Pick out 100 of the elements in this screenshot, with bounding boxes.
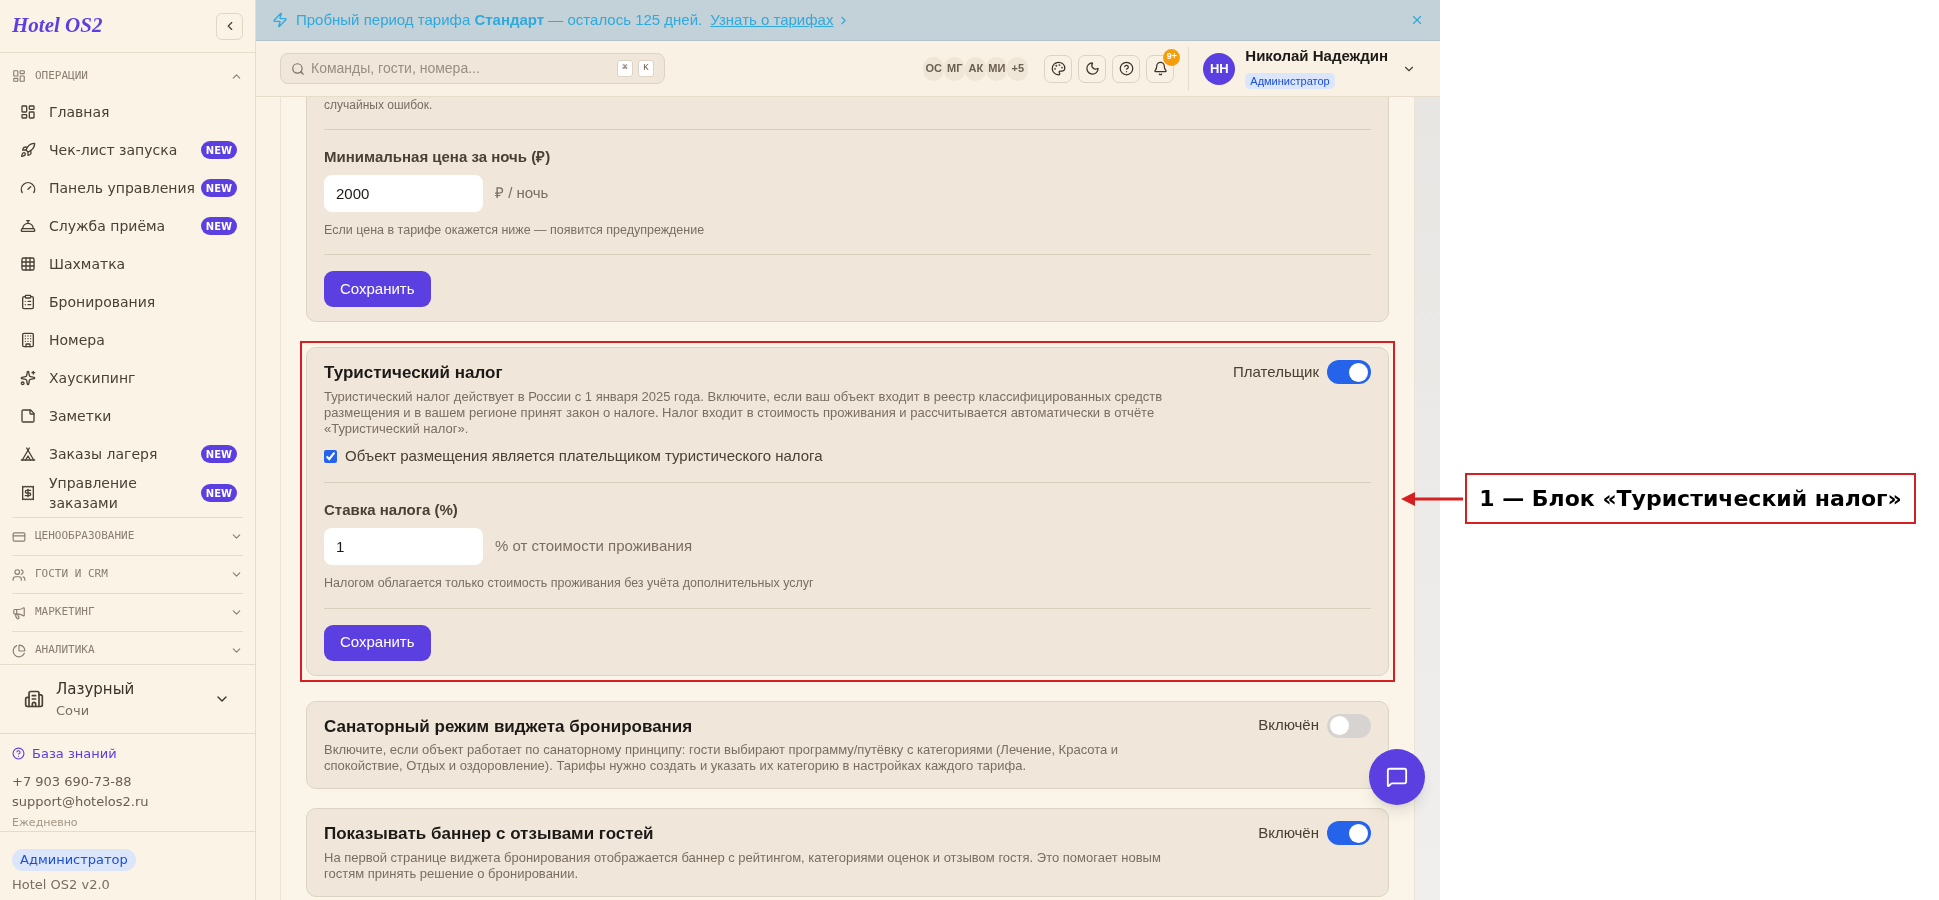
search-icon	[291, 61, 305, 76]
toggle-label: Плательщик	[1233, 362, 1319, 382]
user-avatar[interactable]: ОС	[923, 56, 945, 81]
user-name: Николай Надеждин	[1245, 46, 1388, 67]
property-selector[interactable]: Лазурный Сочи	[0, 664, 255, 733]
description-text: Туристический налог действует в России с 1 января 2025 года. Включите, если ваш объект входит в реестр классифицированных средств размещения и в вашем регионе принят закон о налоге. Налог входит в стоимость проживания и рассчитывается автоматически в отчёте «Туристический налог».	[324, 388, 1164, 437]
unit-text: % от стоимости проживания	[495, 536, 693, 556]
sidebar-item[interactable]: Заметки	[12, 397, 243, 435]
support-phone: +7 903 690-73-88	[12, 772, 133, 791]
arrow-icon	[1401, 490, 1463, 507]
rocket-icon	[20, 142, 36, 158]
card-title: Туристический налог	[324, 362, 504, 385]
lightning-icon	[272, 12, 288, 28]
property-city: Сочи	[56, 701, 91, 720]
building-icon	[24, 689, 44, 709]
card-title: Показывать баннер с отзывами гостей	[324, 823, 655, 845]
knowledge-base-link[interactable]: База знаний	[12, 744, 243, 764]
pie-chart-icon	[12, 643, 26, 658]
sidebar-item[interactable]: Панель управления NEW	[12, 169, 243, 207]
card-title: Санаторный режим виджета бронирования	[324, 715, 694, 738]
dark-mode-button[interactable]	[1078, 54, 1107, 83]
sidebar-item[interactable]: Служба приёма NEW	[12, 207, 243, 245]
users-icon	[12, 567, 26, 582]
section-header[interactable]: ЦЕНООБРАЗОВАНИЕ	[12, 518, 243, 555]
user-avatar[interactable]: +5	[1007, 56, 1029, 81]
save-button[interactable]: Сохранить	[324, 624, 431, 661]
section-header[interactable]: ГОСТИ И CRM	[12, 556, 243, 593]
building-icon	[20, 332, 36, 348]
sidebar-item[interactable]: Управление заказами NEW	[12, 473, 243, 513]
property-name: Лазурный	[56, 679, 136, 700]
sidebar-item[interactable]: Чек-лист запуска NEW	[12, 131, 243, 169]
sidebar-item[interactable]: Бронирования	[12, 283, 243, 321]
sidebar-item[interactable]: Главная	[12, 93, 243, 131]
user-avatar[interactable]: АК	[965, 56, 987, 81]
tent-icon	[20, 446, 36, 462]
sidebar-item[interactable]: Номера	[12, 321, 243, 359]
help-icon	[1118, 61, 1134, 76]
palette-button[interactable]	[1044, 54, 1073, 83]
shortcut-key: ⌘	[617, 60, 633, 77]
new-badge: NEW	[200, 484, 237, 502]
role-badge: Администратор	[1245, 72, 1335, 90]
field-label: Минимальная цена за ночь (₽)	[324, 147, 552, 167]
search-input[interactable]: Команды, гости, номера...	[311, 58, 612, 79]
toggle-switch[interactable]	[1327, 713, 1371, 738]
dashboard-icon	[12, 69, 26, 83]
toggle-switch[interactable]	[1327, 360, 1371, 385]
sidebar-item[interactable]: Хаускипинг	[12, 359, 243, 397]
toggle-label: Включён	[1258, 822, 1319, 843]
help-icon	[12, 747, 25, 761]
search-field[interactable]: Команды, гости, номера... ⌘ K	[280, 53, 665, 84]
section-header[interactable]: МАРКЕТИНГ	[12, 594, 243, 631]
hint-text: Налогом облагается только стоимость проживания без учёта дополнительных услуг	[324, 574, 815, 592]
new-badge: NEW	[200, 217, 237, 235]
checkbox-label: Объект размещения является плательщиком туристического налога	[345, 445, 823, 466]
description-text: случайных ошибок.	[324, 97, 434, 114]
moon-icon	[1084, 61, 1100, 76]
shortcut-key: K	[638, 60, 654, 77]
user-menu[interactable]: НН Николай Надеждин Администратор	[1203, 45, 1416, 92]
user-avatar[interactable]: МИ	[986, 56, 1008, 81]
save-button[interactable]: Сохранить	[324, 271, 431, 308]
chat-icon	[1386, 766, 1408, 788]
support-email: support@hotelos2.ru	[12, 793, 150, 811]
dashboard-icon	[20, 104, 36, 120]
receipt-icon	[20, 485, 36, 501]
note-icon	[20, 408, 36, 424]
grid-icon	[20, 256, 36, 272]
input-field[interactable]: 2000	[324, 174, 483, 212]
palette-icon	[1050, 61, 1066, 76]
banner-text: Пробный период тарифа Стандарт — осталось 125 дней.	[296, 9, 703, 30]
role-badge: Администратор	[12, 849, 136, 871]
sidebar-item[interactable]: Заказы лагеря NEW	[12, 435, 243, 473]
unit-text: ₽ / ночь	[495, 182, 549, 203]
new-badge: NEW	[200, 445, 237, 463]
section-header[interactable]: АНАЛИТИКА	[12, 632, 243, 664]
description-text: Включите, если объект работает по санаторному принципу: гости выбирают программу/путёвку с категориями (Лечение, Красота и спокойствие, Отдых и оздоровление). Тарифы нужно создать и указать их категорию в настройках каждого тарифа.	[324, 742, 1120, 774]
help-button[interactable]	[1112, 54, 1141, 83]
megaphone-icon	[12, 605, 26, 620]
card-icon	[12, 529, 26, 544]
payer-checkbox[interactable]	[324, 449, 337, 463]
clipboard-icon	[20, 294, 36, 310]
version-text: Hotel OS2 v2.0	[12, 876, 111, 894]
notification-count: 9+	[1163, 48, 1181, 66]
user-avatar: НН	[1203, 52, 1236, 85]
section-header[interactable]: ОПЕРАЦИИ	[12, 59, 243, 93]
app-logo: Hotel OS2	[12, 12, 103, 40]
input-field[interactable]: 1	[324, 527, 483, 565]
gauge-icon	[20, 180, 36, 196]
field-label: Ставка налога (%)	[324, 500, 459, 521]
sparkles-icon	[20, 370, 36, 386]
bell-icon	[20, 218, 36, 234]
annotation-label: 1 — Блок «Туристический налог»	[1465, 473, 1916, 524]
toggle-switch[interactable]	[1327, 821, 1371, 845]
hint-text: Если цена в тарифе окажется ниже — появится предупреждение	[324, 221, 706, 239]
description-text: На первой странице виджета бронирования отображается баннер с рейтингом, категориями оценок и отзывом гостя. Это помогает новым гостям принять решение о бронировании.	[324, 849, 1162, 882]
support-hours: Ежедневно	[12, 814, 79, 831]
user-avatar[interactable]: МГ	[944, 56, 966, 81]
bell-icon	[1152, 61, 1168, 76]
sidebar-item[interactable]: Шахматка	[12, 245, 243, 283]
toggle-label: Включён	[1258, 715, 1319, 736]
new-badge: NEW	[200, 141, 237, 159]
